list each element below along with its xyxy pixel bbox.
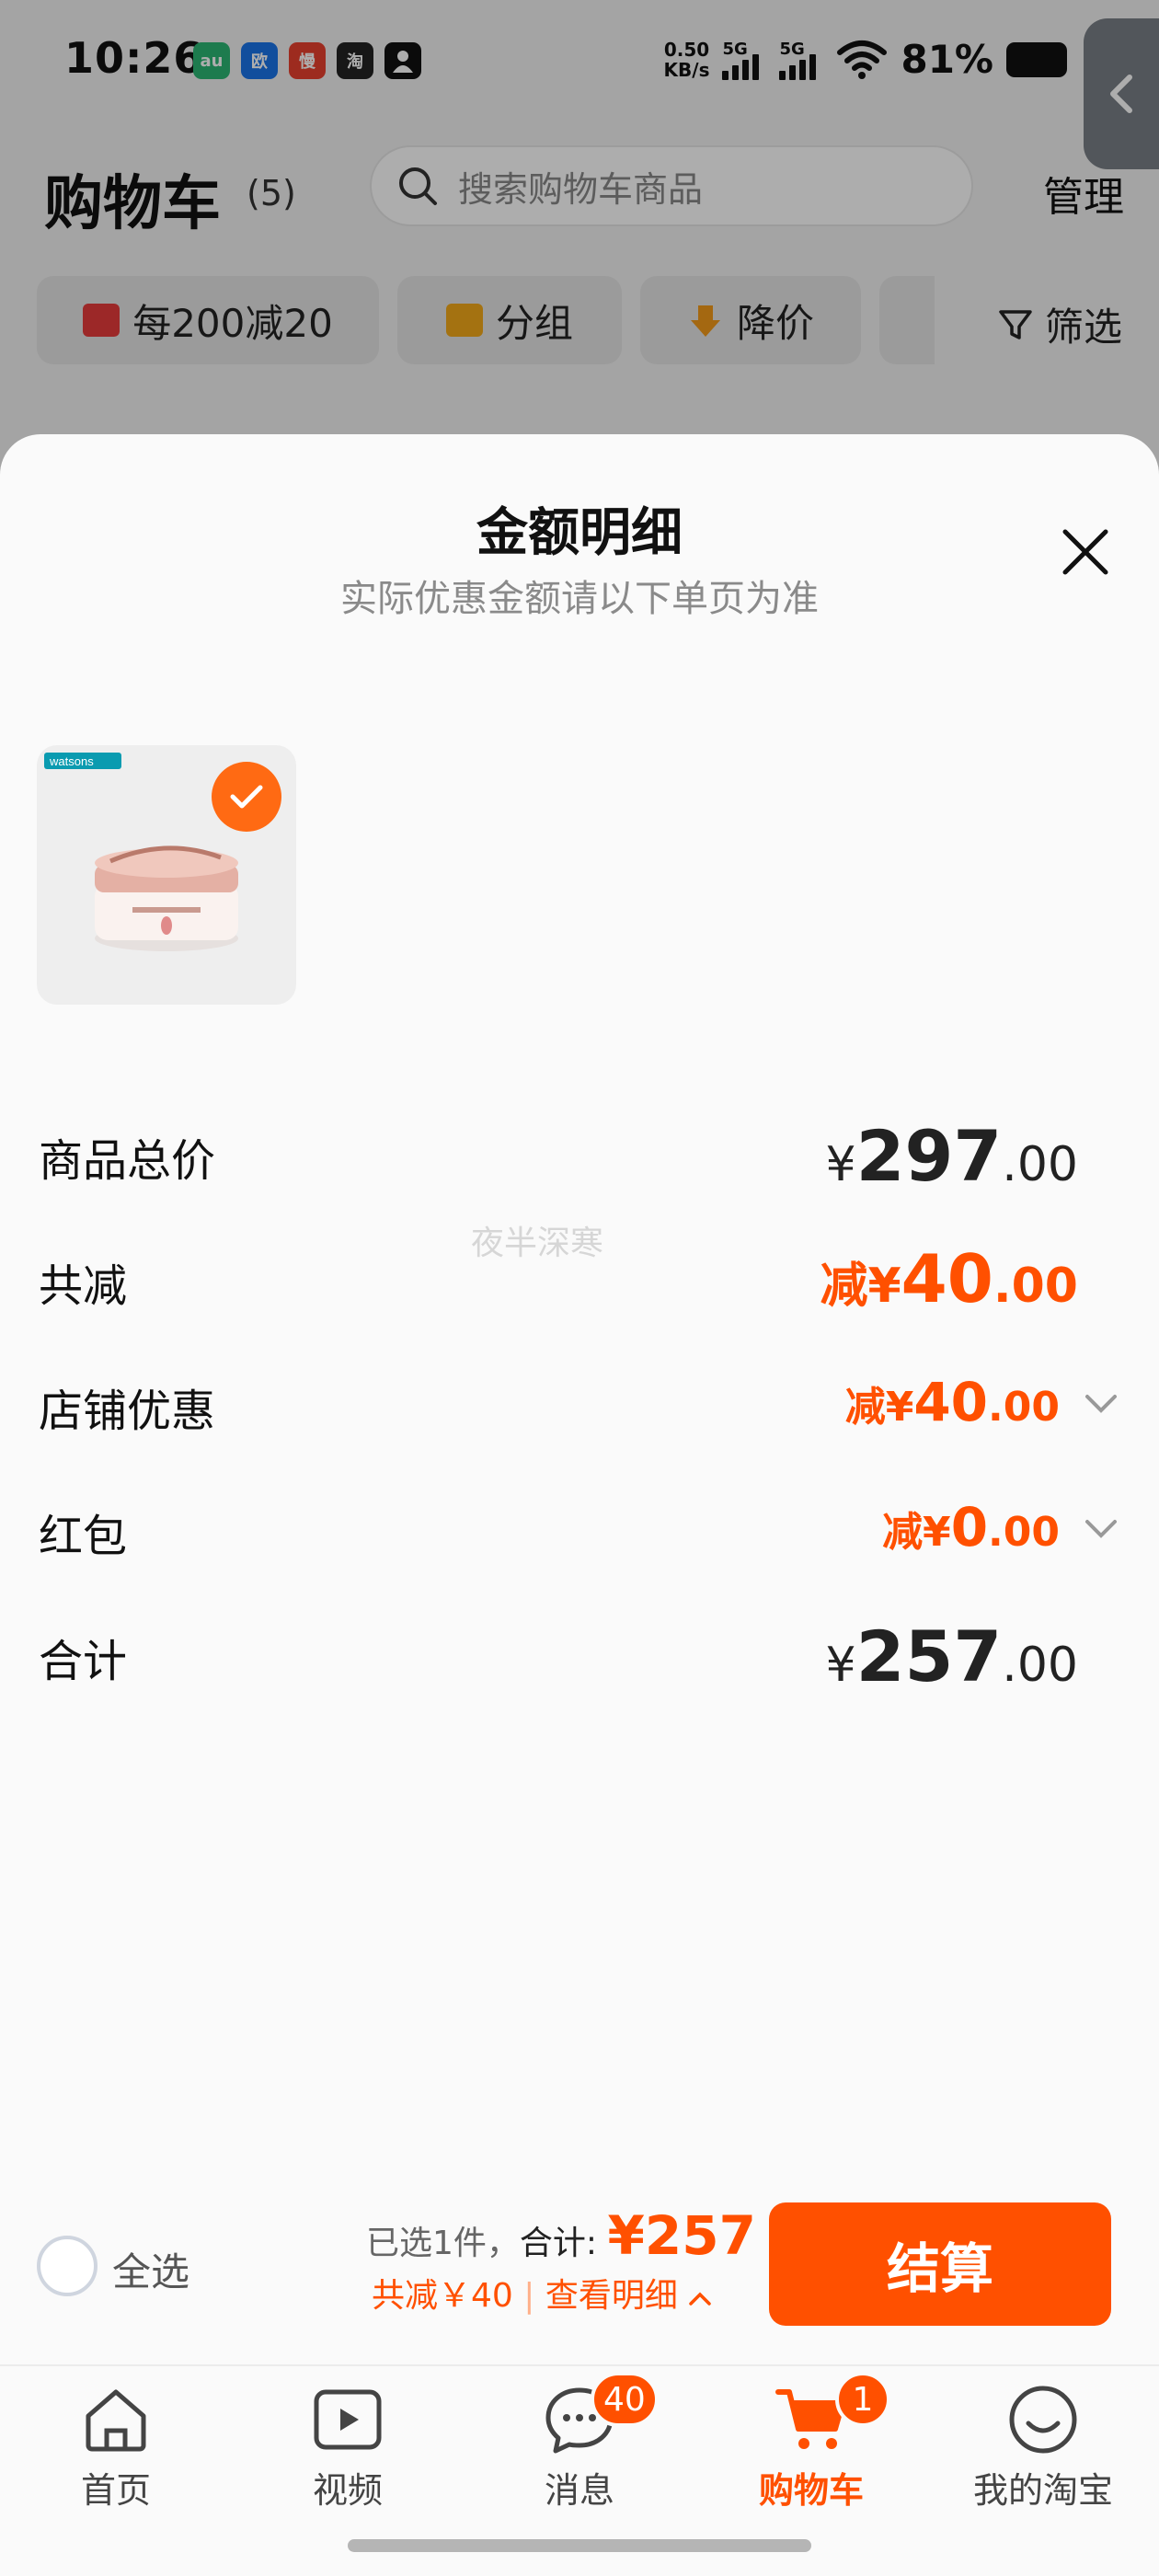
total-discount-value: 减¥40.00 — [820, 1240, 1078, 1317]
tab-my-taobao[interactable]: 我的淘宝 — [927, 2366, 1159, 2532]
red-packet-value: 减¥0.00 — [882, 1496, 1060, 1558]
smile-icon — [1009, 2386, 1077, 2454]
chevron-up-icon — [689, 2292, 712, 2306]
view-detail-link: 查看明细 — [545, 2277, 678, 2315]
select-all-radio[interactable] — [37, 2236, 98, 2296]
checkout-bar: 全选 已选1件，合计: ¥257 共减￥40 | 查看明细 结算 — [0, 2171, 1159, 2364]
cart-badge: 1 — [835, 2372, 890, 2427]
chevron-down-icon — [1085, 1520, 1117, 1538]
close-icon[interactable] — [1058, 524, 1113, 580]
goods-total-value: ¥297.00 — [825, 1115, 1078, 1197]
tab-messages[interactable]: 40 消息 — [464, 2366, 695, 2532]
video-icon — [314, 2389, 382, 2450]
row-red-packet[interactable]: 红包 减¥0.00 — [0, 1492, 1159, 1562]
sheet-title: 金额明细 — [476, 503, 683, 563]
tab-cart[interactable]: 1 购物车 — [695, 2366, 927, 2532]
row-goods-total: 商品总价 ¥297.00 — [39, 1115, 1078, 1197]
brand-logo-text: watsons — [49, 754, 94, 768]
home-icon — [86, 2389, 146, 2452]
select-all-label[interactable]: 全选 — [112, 2241, 189, 2297]
checkout-total: ¥257 — [607, 2204, 756, 2267]
tab-home[interactable]: 首页 — [0, 2366, 232, 2532]
home-indicator — [348, 2539, 811, 2552]
watermark: 夜半深寒 — [471, 1225, 604, 1262]
selection-summary: 已选1件，合计: ¥257 — [366, 2204, 756, 2267]
sheet-subtitle: 实际优惠金额请以下单页为准 — [340, 578, 819, 620]
grand-total-value: ¥257.00 — [825, 1616, 1078, 1697]
store-discount-value: 减¥40.00 — [844, 1371, 1060, 1433]
discount-summary[interactable]: 共减￥40 | 查看明细 — [372, 2269, 712, 2317]
checkout-button[interactable]: 结算 — [769, 2202, 1111, 2326]
tab-video[interactable]: 视频 — [232, 2366, 464, 2532]
message-badge: 40 — [591, 2372, 659, 2427]
row-grand-total: 合计 ¥257.00 — [39, 1616, 1078, 1697]
row-store-discount[interactable]: 店铺优惠 减¥40.00 — [0, 1367, 1159, 1437]
selected-check-icon[interactable] — [212, 762, 281, 832]
chevron-down-icon — [1085, 1395, 1117, 1413]
